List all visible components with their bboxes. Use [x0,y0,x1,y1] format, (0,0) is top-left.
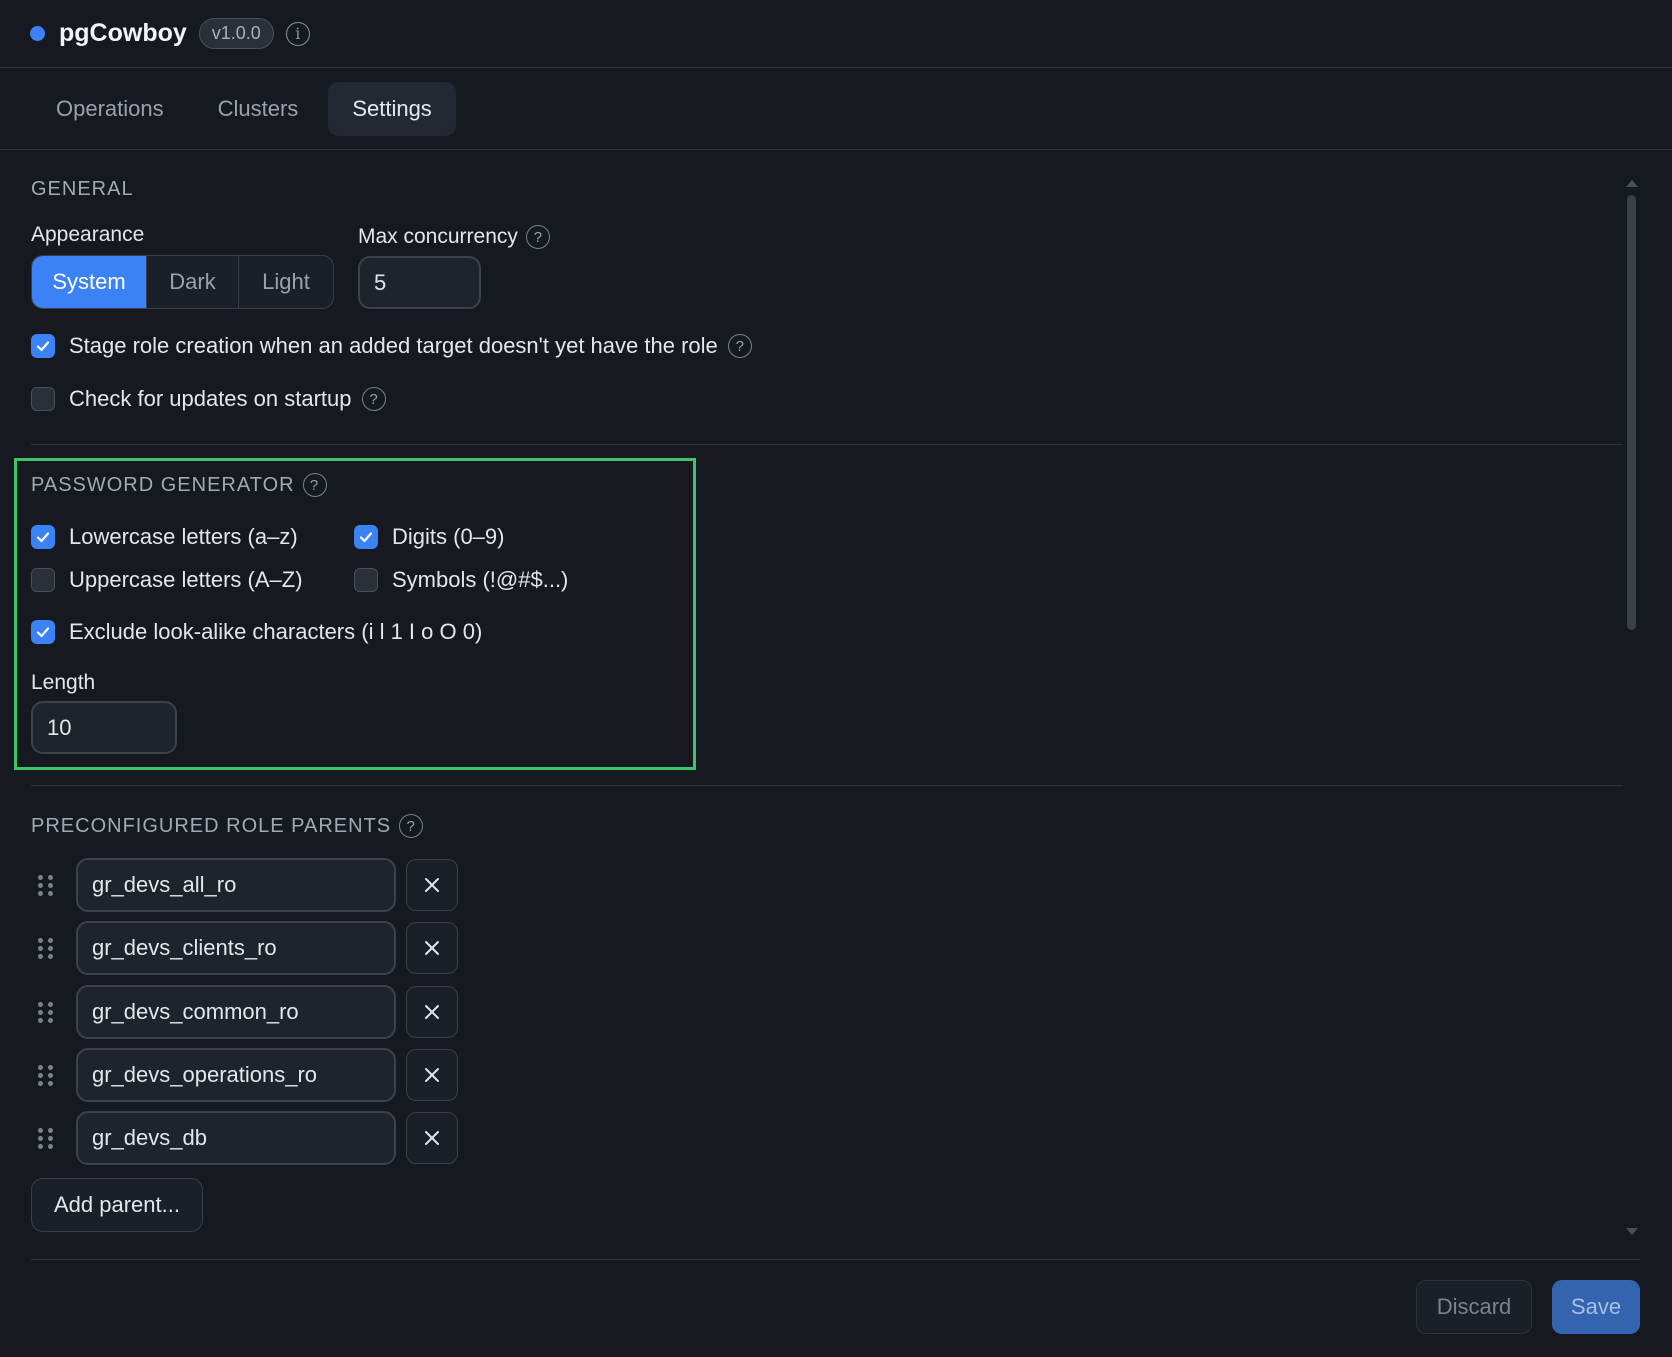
drag-handle-icon[interactable] [38,874,58,896]
general-section-title: GENERAL [31,178,134,200]
role-parent-input[interactable]: gr_devs_common_ro [76,985,396,1039]
uppercase-checkbox[interactable] [31,568,55,592]
lowercase-checkbox[interactable] [31,525,55,549]
symbols-label: Symbols (!@#$...) [392,567,569,592]
exclude-lookalike-checkbox[interactable] [31,620,55,644]
close-icon [425,941,439,955]
exclude-lookalike-label: Exclude look-alike characters (i l 1 I o… [69,619,483,644]
list-item: gr_devs_db [31,1111,458,1165]
max-concurrency-label-row: Max concurrency ? [358,225,550,249]
symbols-checkbox[interactable] [354,568,378,592]
remove-button[interactable] [406,986,458,1038]
max-concurrency-label: Max concurrency [358,225,518,248]
drag-handle-icon[interactable] [38,1064,58,1086]
uppercase-row[interactable]: Uppercase letters (A–Z) [31,567,303,593]
close-icon [425,1131,439,1145]
role-parent-input[interactable]: gr_devs_clients_ro [76,921,396,975]
stage-role-label: Stage role creation when an added target… [69,333,718,358]
check-updates-row[interactable]: Check for updates on startup ? [31,386,386,412]
remove-button[interactable] [406,1049,458,1101]
scroll-up-arrow-icon[interactable] [1626,180,1638,187]
help-icon[interactable]: ? [302,473,327,497]
list-item: gr_devs_clients_ro [31,921,458,975]
close-icon [425,878,439,892]
role-parents-section-title: PRECONFIGURED ROLE PARENTS ? [31,814,424,838]
stage-role-checkbox[interactable] [31,334,55,358]
app-header: pgCowboy v1.0.0 i [0,0,1672,68]
digits-label: Digits (0–9) [392,524,505,549]
appearance-light-button[interactable]: Light [239,256,333,308]
digits-checkbox[interactable] [354,525,378,549]
close-icon [425,1005,439,1019]
remove-button[interactable] [406,922,458,974]
help-icon[interactable]: ? [361,387,386,411]
role-parent-input[interactable]: gr_devs_operations_ro [76,1048,396,1102]
drag-handle-icon[interactable] [38,1127,58,1149]
check-updates-label: Check for updates on startup [69,386,352,411]
list-item: gr_devs_operations_ro [31,1048,458,1102]
tab-operations[interactable]: Operations [32,82,188,136]
version-badge: v1.0.0 [198,18,274,49]
remove-button[interactable] [406,1112,458,1164]
password-generator-section-title: PASSWORD GENERATOR ? [31,473,327,497]
close-icon [425,1068,439,1082]
max-concurrency-input[interactable]: 5 [358,256,481,309]
list-item: gr_devs_common_ro [31,985,458,1039]
uppercase-label: Uppercase letters (A–Z) [69,567,303,592]
drag-handle-icon[interactable] [38,937,58,959]
save-button[interactable]: Save [1552,1280,1640,1334]
help-icon[interactable]: ? [399,814,424,838]
remove-button[interactable] [406,859,458,911]
appearance-selector: System Dark Light [31,255,334,309]
appearance-dark-button[interactable]: Dark [147,256,239,308]
exclude-lookalike-row[interactable]: Exclude look-alike characters (i l 1 I o… [31,619,482,645]
length-label: Length [31,671,96,694]
symbols-row[interactable]: Symbols (!@#$...) [354,567,568,593]
scroll-down-arrow-icon[interactable] [1626,1228,1638,1235]
appearance-system-button[interactable]: System [32,256,147,308]
section-divider [31,444,1623,445]
appearance-label: Appearance [31,223,145,246]
help-icon[interactable]: ? [727,334,752,358]
tab-clusters[interactable]: Clusters [194,82,323,136]
help-icon[interactable]: ? [525,225,550,249]
tab-settings[interactable]: Settings [328,81,456,136]
info-icon[interactable]: i [285,21,310,46]
lowercase-row[interactable]: Lowercase letters (a–z) [31,524,298,550]
scrollbar-thumb[interactable] [1627,195,1636,630]
digits-row[interactable]: Digits (0–9) [354,524,504,550]
tab-bar: Operations Clusters Settings [0,68,1672,150]
add-parent-button[interactable]: Add parent... [31,1178,203,1232]
section-divider [31,785,1623,786]
role-parent-input[interactable]: gr_devs_all_ro [76,858,396,912]
length-input[interactable]: 10 [31,701,177,754]
status-dot-icon [30,26,45,41]
role-parent-input[interactable]: gr_devs_db [76,1111,396,1165]
lowercase-label: Lowercase letters (a–z) [69,524,298,549]
stage-role-row[interactable]: Stage role creation when an added target… [31,333,752,359]
check-updates-checkbox[interactable] [31,387,55,411]
drag-handle-icon[interactable] [38,1001,58,1023]
list-item: gr_devs_all_ro [31,858,458,912]
discard-button[interactable]: Discard [1416,1280,1532,1334]
footer-divider [31,1259,1640,1260]
app-title: pgCowboy [59,19,187,47]
